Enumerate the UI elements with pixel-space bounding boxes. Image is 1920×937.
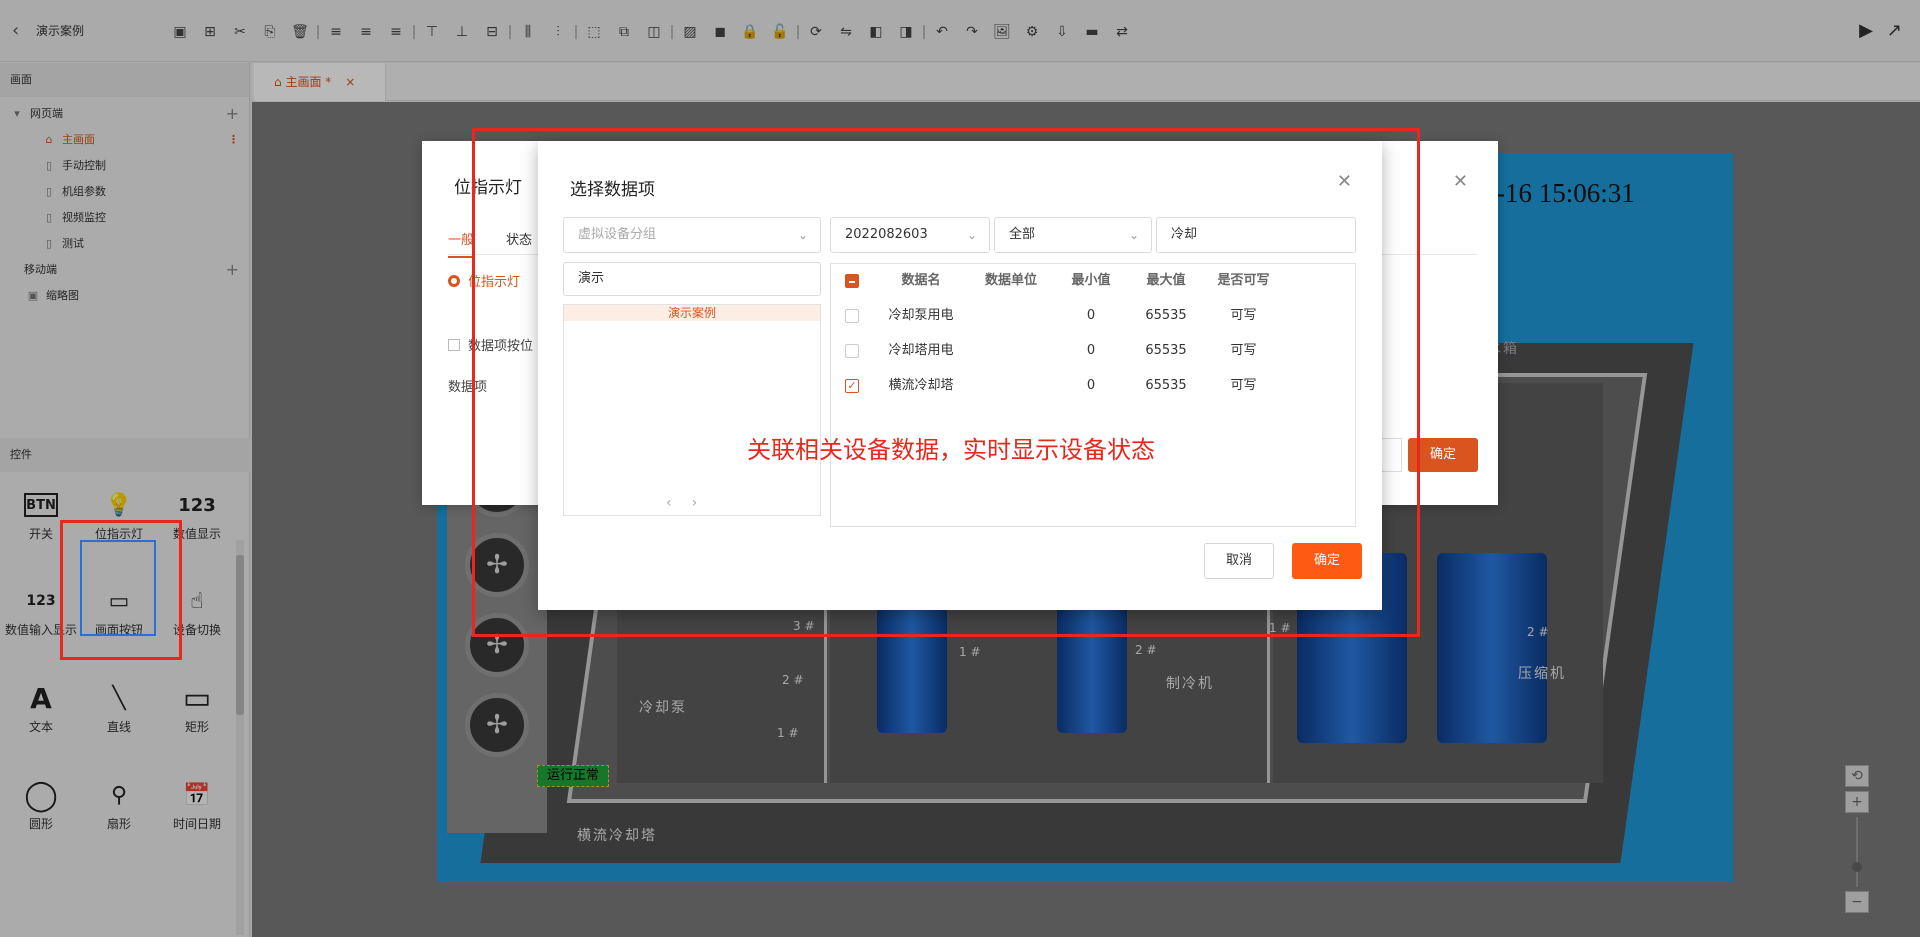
close-icon[interactable]: ✕ xyxy=(1453,171,1468,192)
tab-general[interactable]: 一般 xyxy=(448,229,475,258)
radio-dot xyxy=(448,275,460,287)
highlight-frame-dialog xyxy=(472,128,1420,637)
checkbox-box xyxy=(448,339,460,351)
selected-control-frame xyxy=(80,540,156,636)
